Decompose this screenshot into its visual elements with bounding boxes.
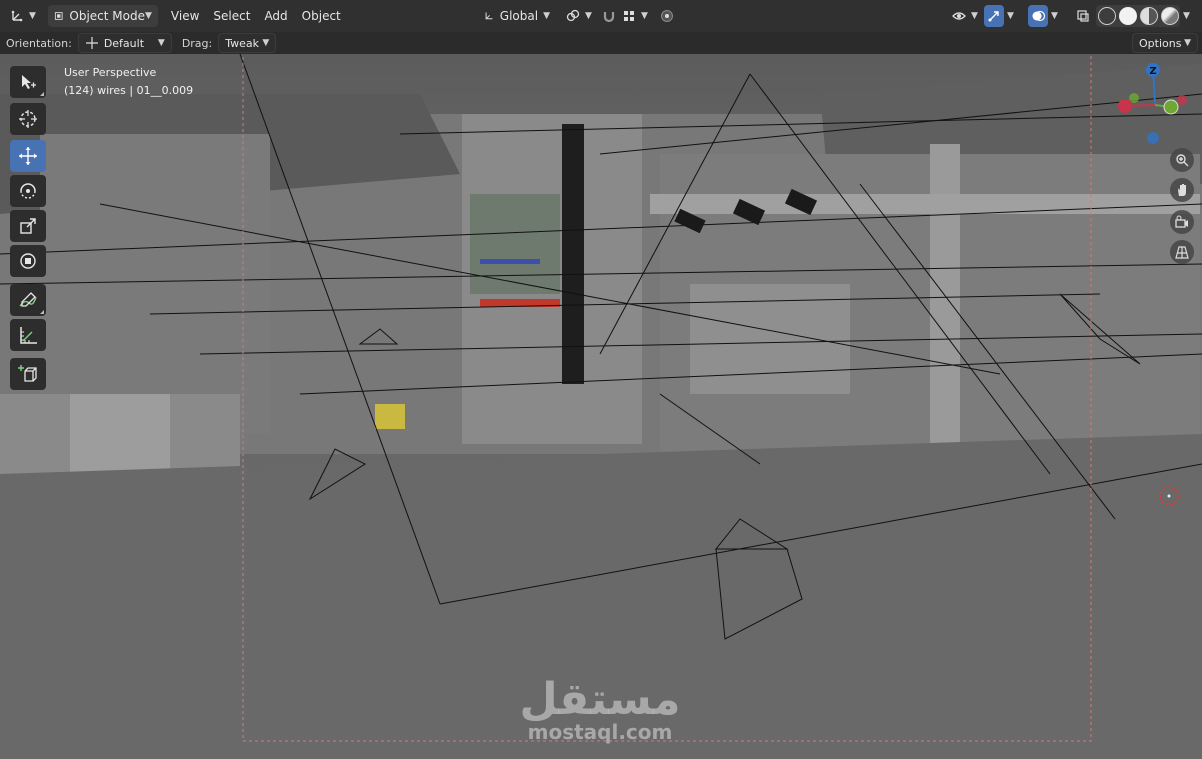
chevron-down-icon: ▼ xyxy=(145,11,152,21)
yellow-box xyxy=(375,404,405,429)
navigation-gizmo[interactable]: Z xyxy=(1110,60,1200,150)
add-cube-tool[interactable] xyxy=(10,358,46,390)
overlays-toggle[interactable] xyxy=(1028,5,1048,27)
xray-icon xyxy=(1077,10,1089,22)
drag-value: Tweak xyxy=(225,36,260,50)
mode-dropdown[interactable]: Object Mode ▼ xyxy=(47,5,158,27)
tool-settings-bar: Orientation: Default ▼ Drag: Tweak ▼ Opt… xyxy=(0,32,1202,54)
left-structure xyxy=(40,134,270,434)
proportional-edit-icon xyxy=(661,10,673,22)
chevron-down-icon: ▼ xyxy=(971,11,978,21)
scale-icon xyxy=(20,218,36,234)
gizmo-icon xyxy=(988,11,999,22)
chevron-down-icon: ▼ xyxy=(1184,38,1191,48)
scaffold xyxy=(470,194,560,294)
annotate-tool[interactable] xyxy=(10,284,46,316)
eye-icon xyxy=(952,12,966,20)
menu-add[interactable]: Add xyxy=(257,5,294,27)
pivot-point-dropdown[interactable]: ▼ xyxy=(560,5,598,27)
camera-view-icon[interactable] xyxy=(1170,210,1194,234)
menu-object[interactable]: Object xyxy=(295,5,348,27)
orientation-axes-icon xyxy=(485,12,493,20)
blue-beam xyxy=(480,259,540,264)
transform-orientation-dropdown[interactable]: Global ▼ xyxy=(478,5,556,27)
editor-type-button[interactable]: ▼ xyxy=(4,5,42,27)
transform-tool[interactable] xyxy=(10,245,46,277)
view-name: User Perspective xyxy=(64,66,157,79)
chevron-down-icon: ▼ xyxy=(262,38,270,48)
chevron-down-icon: ▼ xyxy=(1007,11,1014,21)
magnet-icon xyxy=(603,12,615,23)
watermark-arabic: مستقل xyxy=(520,674,681,725)
proportional-editing-toggle[interactable] xyxy=(654,5,680,27)
pencil-icon xyxy=(19,292,37,307)
menu-view[interactable]: View xyxy=(164,5,206,27)
rotate-tool[interactable] xyxy=(10,175,46,207)
orientation-label: Orientation: xyxy=(6,36,72,50)
link-icon xyxy=(566,9,580,22)
object-mode-icon xyxy=(54,12,63,20)
scene-render: مستقل mostaql.com xyxy=(0,54,1202,759)
ruler-icon xyxy=(20,327,37,344)
chevron-down-icon: ▼ xyxy=(585,11,592,21)
measure-tool[interactable] xyxy=(10,319,46,351)
chevron-down-icon: ▼ xyxy=(1051,11,1058,21)
chevron-down-icon: ▼ xyxy=(641,11,648,21)
y-axis-icon xyxy=(1163,99,1179,115)
xray-toggle[interactable] xyxy=(1072,5,1094,27)
orientation-value: Default xyxy=(103,36,145,50)
tool-shelf xyxy=(10,66,46,393)
overlays-dropdown[interactable]: ▼ xyxy=(1048,5,1061,27)
options-dropdown[interactable]: Options ▼ xyxy=(1132,33,1198,53)
transform-icon xyxy=(20,253,36,269)
z-axis-label: Z xyxy=(1149,66,1156,77)
truss-beam xyxy=(650,194,1200,214)
move-tool[interactable] xyxy=(10,140,46,172)
solid-shading-icon[interactable] xyxy=(1118,7,1137,25)
watermark-latin: mostaql.com xyxy=(528,720,673,744)
pan-hand-icon[interactable] xyxy=(1170,178,1194,202)
object-info: (124) wires | 01__0.009 xyxy=(64,84,194,97)
gizmo-toggle[interactable] xyxy=(984,5,1004,27)
perspective-grid-icon[interactable] xyxy=(1170,240,1194,264)
cursor-tool[interactable] xyxy=(10,103,46,135)
overlays-icon xyxy=(1032,10,1045,22)
orientation-dropdown[interactable]: Default ▼ xyxy=(77,33,172,53)
black-pillar xyxy=(562,124,584,384)
3d-cursor-tool-icon xyxy=(19,110,37,128)
chevron-down-icon: ▼ xyxy=(543,11,550,21)
chevron-down-icon: ▼ xyxy=(157,38,165,48)
zoom-icon[interactable] xyxy=(1170,148,1194,172)
chevron-down-icon: ▼ xyxy=(29,11,36,21)
rotate-icon xyxy=(20,183,36,199)
drag-dropdown[interactable]: Tweak ▼ xyxy=(218,33,277,53)
drag-label: Drag: xyxy=(181,36,213,50)
shading-dropdown[interactable]: ▼ xyxy=(1180,5,1193,27)
add-cube-icon xyxy=(18,365,37,382)
rendered-shading-icon[interactable] xyxy=(1160,7,1179,25)
select-box-tool[interactable] xyxy=(10,66,46,98)
3d-viewport[interactable]: مستقل mostaql.com User Perspective (124)… xyxy=(0,54,1202,759)
material-shading-icon[interactable] xyxy=(1139,7,1158,25)
x-axis-icon xyxy=(1118,99,1132,113)
axes-editor-icon xyxy=(11,10,23,22)
move-arrows-icon xyxy=(19,147,37,165)
grid-snap-icon xyxy=(624,11,634,21)
gizmo-dropdown[interactable]: ▼ xyxy=(1004,5,1017,27)
scale-tool[interactable] xyxy=(10,210,46,242)
orientation-gizmo-icon xyxy=(85,37,98,49)
visibility-dropdown[interactable]: ▼ xyxy=(946,5,984,27)
wireframe-shading-icon[interactable] xyxy=(1097,7,1116,25)
cursor-arrow-icon xyxy=(22,75,36,89)
menu-select[interactable]: Select xyxy=(206,5,257,27)
viewport-header: ▼ Object Mode ▼ View Select Add Object G… xyxy=(0,0,1202,32)
mode-label: Object Mode xyxy=(69,9,145,23)
shading-mode-group xyxy=(1096,5,1180,27)
chevron-down-icon: ▼ xyxy=(1183,11,1190,21)
snap-target-dropdown[interactable]: ▼ xyxy=(616,5,654,27)
orientation-label: Global xyxy=(499,9,539,23)
options-label: Options xyxy=(1139,36,1182,50)
